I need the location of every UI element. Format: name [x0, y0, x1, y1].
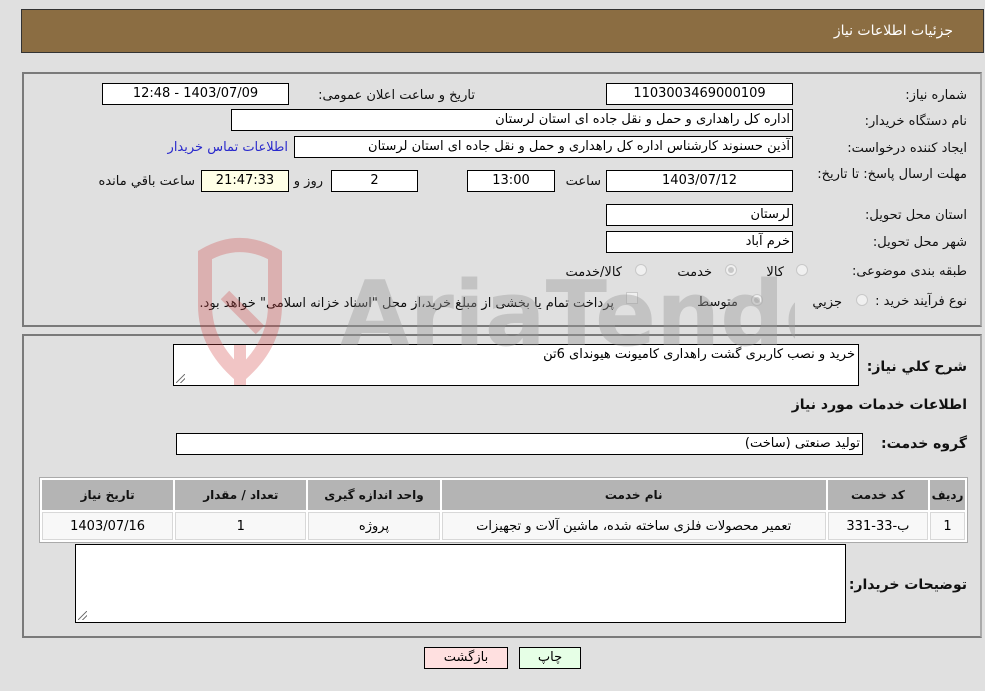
days-remaining-field: 2: [331, 170, 418, 192]
description-textarea[interactable]: خرید و نصب کاربری گشت راهداری کامیونت هی…: [173, 344, 859, 386]
need-number-field: 1103003469000109: [606, 83, 793, 105]
header-unit: واحد اندازه گیری: [308, 480, 440, 510]
page-header: جزئیات اطلاعات نیاز: [21, 9, 984, 53]
print-button[interactable]: چاپ: [519, 647, 581, 669]
buyer-org-field: اداره کل راهداری و حمل و نقل جاده ای است…: [231, 109, 793, 131]
buyer-contact-link[interactable]: اطلاعات تماس خریدار: [168, 140, 288, 155]
services-table: ردیف کد خدمت نام خدمت واحد اندازه گیری ت…: [39, 477, 968, 543]
services-section-title: اطلاعات خدمات مورد نیاز: [791, 397, 967, 413]
category-radio-goods-service[interactable]: [635, 264, 647, 276]
cell-unit: پروژه: [308, 512, 440, 540]
buyer-notes-label: توضیحات خریدار:: [848, 577, 967, 593]
announce-date-field: 1403/07/09 - 12:48: [102, 83, 289, 105]
cell-quantity: 1: [175, 512, 307, 540]
deadline-label: مهلت ارسال پاسخ: تا تاریخ:: [817, 167, 967, 182]
header-need-date: تاریخ نیاز: [42, 480, 174, 510]
resize-grip-icon[interactable]: [78, 611, 87, 620]
back-button[interactable]: بازگشت: [424, 647, 508, 669]
deadline-date-field: 1403/07/12: [606, 170, 793, 192]
deadline-time-field: 13:00: [467, 170, 555, 192]
need-number-label: شماره نیاز:: [905, 88, 967, 103]
creator-label: ایجاد کننده درخواست:: [847, 141, 967, 156]
treasury-checkbox[interactable]: [626, 292, 638, 304]
cell-service-code: ب-33-331: [827, 512, 929, 540]
process-minor-label: جزیي: [812, 295, 842, 310]
header-service-name: نام خدمت: [441, 480, 826, 510]
process-radio-minor[interactable]: [856, 294, 868, 306]
city-field: خرم آباد: [606, 231, 793, 253]
cell-service-name: تعمیر محصولات فلزی ساخته شده، ماشین آلات…: [441, 512, 826, 540]
table-row: 1 ب-33-331 تعمیر محصولات فلزی ساخته شده،…: [42, 512, 965, 540]
process-radio-medium[interactable]: [751, 294, 763, 306]
category-service-label: خدمت: [677, 265, 712, 280]
header-service-code: کد خدمت: [827, 480, 929, 510]
service-group-label: گروه خدمت:: [881, 436, 967, 452]
deadline-time-label: ساعت: [565, 174, 601, 189]
service-group-field: تولید صنعتی (ساخت): [176, 433, 863, 455]
table-header-row: ردیف کد خدمت نام خدمت واحد اندازه گیری ت…: [42, 480, 965, 510]
remaining-time-field: 21:47:33: [201, 170, 289, 192]
category-goods-service-label: کالا/خدمت: [565, 265, 622, 280]
province-field: لرستان: [606, 204, 793, 226]
resize-grip-icon[interactable]: [176, 374, 185, 383]
buyer-notes-textarea[interactable]: [75, 544, 846, 623]
buyer-org-label: نام دستگاه خریدار:: [864, 114, 967, 129]
category-radio-service[interactable]: [725, 264, 737, 276]
announce-date-label: تاریخ و ساعت اعلان عمومی:: [318, 88, 475, 103]
days-label: روز و: [293, 174, 323, 189]
treasury-note: پرداخت تمام یا بخشی از مبلغ خرید،از محل …: [199, 296, 614, 311]
description-label: شرح کلي نیاز:: [866, 359, 967, 375]
process-type-label: نوع فرآیند خرید :: [875, 294, 967, 309]
header-quantity: تعداد / مقدار: [175, 480, 307, 510]
remaining-time-label: ساعت باقي مانده: [98, 174, 195, 189]
category-goods-label: کالا: [766, 265, 784, 280]
creator-field: آذین حسنوند کارشناس اداره کل راهداری و ح…: [294, 136, 793, 158]
category-label: طبقه بندی موضوعی:: [851, 264, 967, 279]
cell-need-date: 1403/07/16: [42, 512, 174, 540]
province-label: استان محل تحویل:: [865, 208, 967, 223]
page-title: جزئیات اطلاعات نیاز: [833, 23, 953, 39]
category-radio-goods[interactable]: [796, 264, 808, 276]
city-label: شهر محل تحویل:: [872, 235, 967, 250]
description-text: خرید و نصب کاربری گشت راهداری کامیونت هی…: [543, 347, 855, 362]
cell-row-number: 1: [930, 512, 965, 540]
process-medium-label: متوسط: [697, 295, 738, 310]
header-row-number: ردیف: [930, 480, 965, 510]
